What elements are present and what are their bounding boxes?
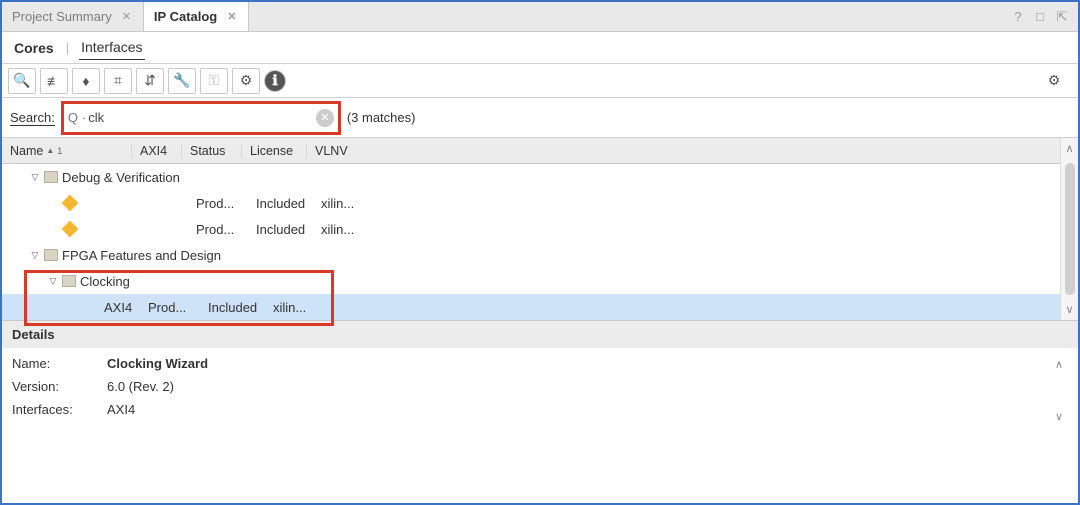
col-license[interactable]: License	[242, 144, 307, 158]
wrench-icon[interactable]: 🔧	[168, 68, 196, 94]
ip-row[interactable]: Prod... Included xilin...	[2, 190, 1060, 216]
sort-index: 1	[57, 146, 62, 156]
hierarchy-icon[interactable]: ⌗	[104, 68, 132, 94]
search-row: Search: Q · ✕ (3 matches)	[2, 98, 1078, 138]
ip-vlnv: xilin...	[265, 300, 320, 315]
detail-interfaces-value: AXI4	[107, 402, 135, 417]
subtab-cores[interactable]: Cores	[12, 36, 56, 60]
key-icon[interactable]: ⚿	[200, 68, 228, 94]
info-icon[interactable]: ℹ	[264, 70, 286, 92]
search-dash-icon: ·	[82, 110, 86, 125]
tab-label: Project Summary	[12, 9, 112, 24]
ip-status: Prod...	[188, 222, 248, 237]
expand-all-icon[interactable]: ♦	[72, 68, 100, 94]
col-vlnv[interactable]: VLNV	[307, 144, 362, 158]
collapse-all-icon[interactable]: ≢	[40, 68, 68, 94]
tab-bar: Project Summary ✕ IP Catalog ✕ ? □ ⇱	[2, 2, 1078, 32]
category-label: FPGA Features and Design	[62, 248, 221, 263]
folder-icon	[62, 275, 76, 287]
detail-version-label: Version:	[12, 379, 107, 394]
ip-vlnv: xilin...	[313, 196, 368, 211]
col-name[interactable]: Name ▲ 1	[2, 144, 132, 158]
details-scrollbar[interactable]: ∧ ∨	[1050, 356, 1068, 425]
close-icon[interactable]: ✕	[225, 10, 238, 23]
ip-status: Prod...	[140, 300, 200, 315]
search-label: Search:	[10, 110, 55, 126]
ip-license: Included	[248, 222, 313, 237]
detail-name-value: Clocking Wizard	[107, 356, 208, 371]
scroll-down-icon[interactable]: ∨	[1065, 299, 1073, 320]
col-name-label: Name	[10, 144, 43, 158]
subtab-interfaces[interactable]: Interfaces	[79, 35, 144, 60]
chevron-down-icon[interactable]: ▽	[46, 276, 60, 287]
help-icon[interactable]: ?	[1010, 9, 1026, 24]
subtab-bar: Cores | Interfaces	[2, 32, 1078, 64]
details-panel: Name: Clocking Wizard Version: 6.0 (Rev.…	[12, 356, 1050, 425]
ip-status: Prod...	[188, 196, 248, 211]
tab-label: IP Catalog	[154, 9, 217, 24]
scroll-down-icon[interactable]: ∨	[1055, 408, 1063, 425]
scroll-up-icon[interactable]: ∧	[1055, 356, 1063, 373]
tree-scrollbar[interactable]: ∧ ∨	[1060, 138, 1078, 320]
category-row[interactable]: ▽ Debug & Verification	[2, 164, 1060, 190]
clear-icon[interactable]: ✕	[316, 109, 334, 127]
close-icon[interactable]: ✕	[120, 10, 133, 23]
ip-axi4: AXI4	[96, 300, 140, 315]
ip-icon	[62, 221, 79, 238]
tab-ip-catalog[interactable]: IP Catalog ✕	[144, 2, 250, 31]
scroll-up-icon[interactable]: ∧	[1065, 138, 1073, 159]
window-controls: ? □ ⇱	[1010, 9, 1078, 25]
chevron-down-icon[interactable]: ▽	[28, 172, 42, 183]
ip-vlnv: xilin...	[313, 222, 368, 237]
folder-icon	[44, 171, 58, 183]
folder-icon	[44, 249, 58, 261]
search-input[interactable]	[88, 110, 316, 125]
detail-version-value: 6.0 (Rev. 2)	[107, 379, 174, 394]
match-count: (3 matches)	[347, 110, 416, 125]
search-box: Q · ✕	[61, 101, 341, 135]
scroll-thumb[interactable]	[1065, 163, 1075, 295]
popout-icon[interactable]: ⇱	[1054, 9, 1070, 25]
ip-icon	[62, 195, 79, 212]
maximize-icon[interactable]: □	[1032, 9, 1048, 24]
category-label: Clocking	[80, 274, 130, 289]
category-row[interactable]: ▽ Clocking	[2, 268, 1060, 294]
settings-icon[interactable]: ⚙	[1040, 68, 1068, 94]
ip-row[interactable]: Prod... Included xilin...	[2, 216, 1060, 242]
details-heading: Details	[2, 320, 1078, 348]
search-icon: Q	[68, 110, 78, 125]
category-row[interactable]: ▽ FPGA Features and Design	[2, 242, 1060, 268]
col-axi4[interactable]: AXI4	[132, 144, 182, 158]
ip-license: Included	[200, 300, 265, 315]
chevron-down-icon[interactable]: ▽	[28, 250, 42, 261]
group-icon[interactable]: ⇵	[136, 68, 164, 94]
col-status[interactable]: Status	[182, 144, 242, 158]
detail-name-label: Name:	[12, 356, 107, 371]
sort-asc-icon: ▲	[46, 146, 54, 155]
toolbar: 🔍 ≢ ♦ ⌗ ⇵ 🔧 ⚿ ⚙ ℹ ⚙	[2, 64, 1078, 98]
ip-license: Included	[248, 196, 313, 211]
subtab-divider: |	[66, 40, 69, 55]
ip-row-selected[interactable]: AXI4 Prod... Included xilin...	[2, 294, 1060, 320]
category-label: Debug & Verification	[62, 170, 180, 185]
gear-icon[interactable]: ⚙	[232, 68, 260, 94]
table-header: Name ▲ 1 AXI4 Status License VLNV	[2, 138, 1060, 164]
tab-project-summary[interactable]: Project Summary ✕	[2, 2, 144, 31]
detail-interfaces-label: Interfaces:	[12, 402, 107, 417]
search-icon[interactable]: 🔍	[8, 68, 36, 94]
ip-tree: ▽ Debug & Verification Prod... Included …	[2, 164, 1060, 320]
